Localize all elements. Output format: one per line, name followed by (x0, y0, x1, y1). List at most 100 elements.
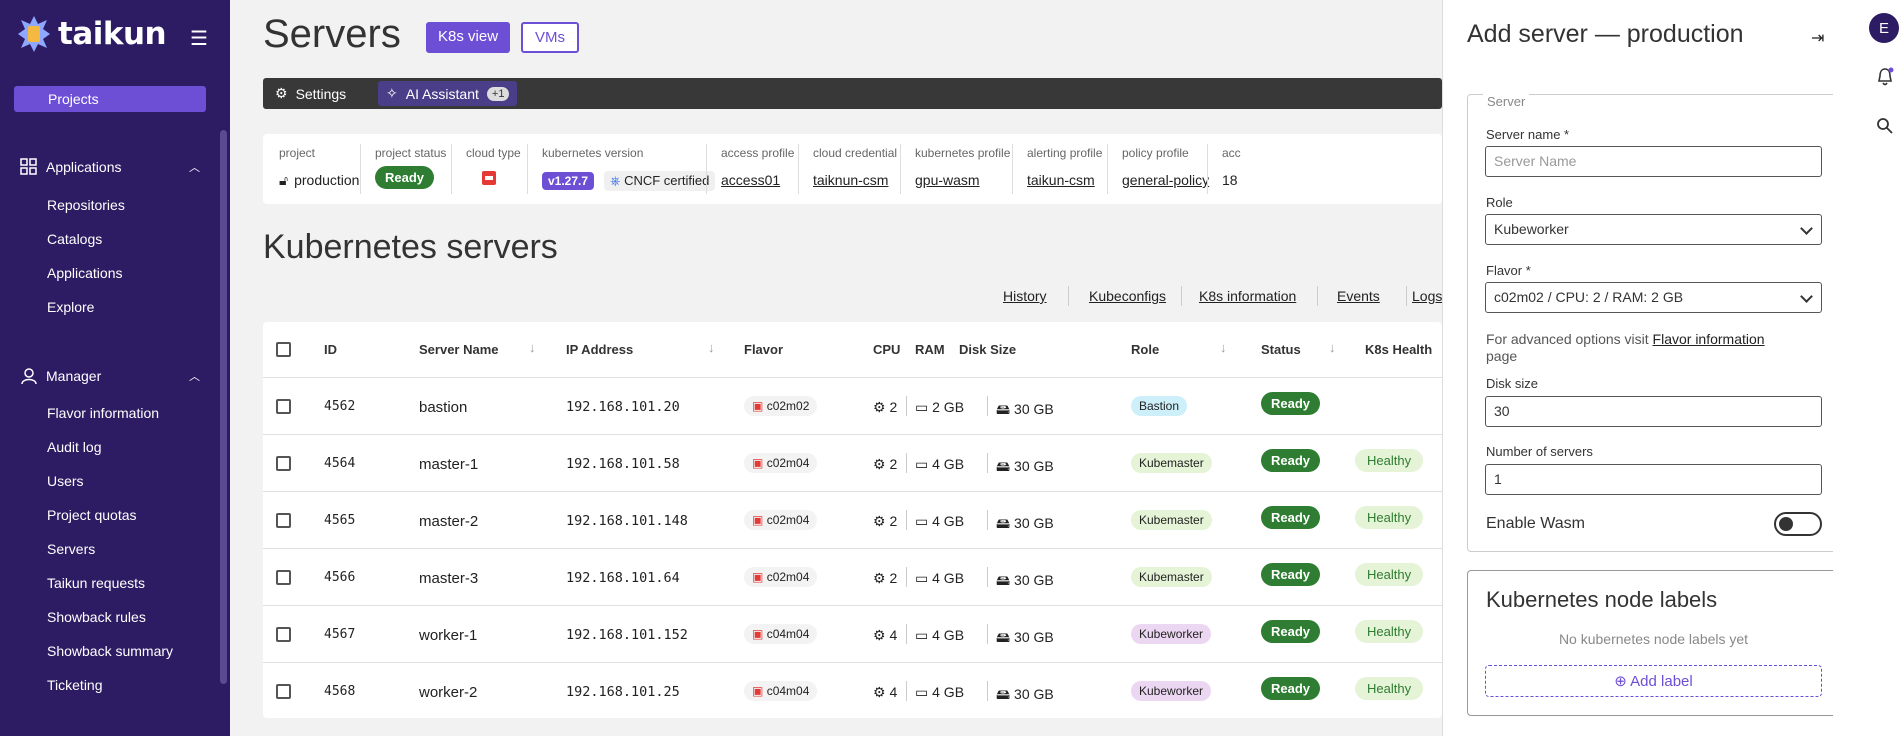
cloud-credential-link[interactable]: taiknun-csm (813, 172, 888, 188)
disk-icon: 🖴︎ (996, 572, 1011, 588)
col-role[interactable]: Role (1131, 342, 1159, 357)
status-badge: Ready (1261, 563, 1321, 586)
status-badge: Ready (1261, 677, 1321, 700)
col-server-name[interactable]: Server Name (419, 342, 499, 357)
divider (906, 396, 907, 416)
nav-flavor-information[interactable]: Flavor information (47, 405, 159, 421)
sort-arrow-icon[interactable]: ↓ (529, 340, 536, 355)
section-manager[interactable]: Manager ︿ (20, 367, 200, 385)
taikun-logo[interactable]: taikun (16, 14, 167, 54)
ram-icon: ▭ (915, 456, 929, 472)
nav-audit-log[interactable]: Audit log (47, 439, 101, 455)
col-status[interactable]: Status (1261, 342, 1301, 357)
ram-cell: ▭ 4 GB (915, 570, 964, 587)
disk-value: 30 GB (1014, 686, 1054, 702)
server-id: 4568 (324, 684, 356, 699)
divider (906, 624, 907, 644)
num-servers-label: Number of servers (1486, 444, 1593, 459)
flavor-chip: ▣ c02m04 (744, 510, 818, 530)
avatar[interactable]: E (1869, 13, 1899, 43)
ai-assistant-button[interactable]: ✧ AI Assistant +1 (378, 81, 518, 106)
nav-showback-summary[interactable]: Showback summary (47, 643, 173, 659)
nav-catalogs[interactable]: Catalogs (47, 231, 102, 247)
row-checkbox[interactable] (276, 684, 291, 699)
flavor-select[interactable]: c02m02 / CPU: 2 / RAM: 2 GB (1485, 282, 1822, 313)
collapse-panel-icon[interactable]: ⇥ (1811, 28, 1824, 48)
status-label: project status (375, 146, 447, 160)
nav-showback-rules[interactable]: Showback rules (47, 609, 146, 625)
divider (1406, 286, 1407, 306)
table-row[interactable]: 4564 master-1 192.168.101.58 ▣ c02m04 ⚙︎ 2 ▭ … (263, 434, 1442, 491)
col-id[interactable]: ID (324, 342, 337, 357)
enable-wasm-toggle[interactable] (1774, 512, 1822, 536)
bell-icon[interactable] (1876, 67, 1894, 92)
table-row[interactable]: 4562 bastion 192.168.101.20 ▣ c02m02 ⚙︎ 2 ▭ 2… (263, 377, 1442, 434)
flavor-information-link[interactable]: Flavor information (1653, 331, 1765, 347)
nav-users[interactable]: Users (47, 473, 84, 489)
logs-link[interactable]: Logs (1412, 288, 1442, 304)
menu-icon[interactable]: ☰ (190, 26, 208, 51)
table-row[interactable]: 4568 worker-2 192.168.101.25 ▣ c04m04 ⚙︎ 4 ▭ … (263, 662, 1442, 718)
role-select[interactable]: Kubeworker (1485, 214, 1822, 245)
disk-icon: 🖴︎ (996, 686, 1011, 702)
nav-applications[interactable]: Applications (47, 265, 123, 281)
nav-servers[interactable]: Servers (47, 541, 95, 557)
row-checkbox[interactable] (276, 570, 291, 585)
ram-icon: ▭ (915, 684, 929, 700)
access-profile-link[interactable]: access01 (721, 172, 780, 188)
nav-project-quotas[interactable]: Project quotas (47, 507, 137, 523)
divider (987, 396, 988, 416)
table-row[interactable]: 4565 master-2 192.168.101.148 ▣ c02m04 ⚙︎ 2 ▭… (263, 491, 1442, 548)
ram-cell: ▭ 4 GB (915, 627, 964, 644)
sort-arrow-icon[interactable]: ↓ (1220, 340, 1227, 355)
history-link[interactable]: History (1003, 288, 1047, 304)
health-badge: Healthy (1355, 563, 1424, 586)
disk-cell: 🖴︎ 30 GB (996, 456, 1054, 480)
k8s-information-link[interactable]: K8s information (1199, 288, 1296, 304)
fieldset-legend: Server (1483, 94, 1530, 109)
disk-cell: 🖴︎ 30 GB (996, 684, 1054, 708)
server-id: 4562 (324, 399, 356, 414)
vms-tab[interactable]: VMs (521, 22, 579, 53)
cpu-icon: ⚙︎ (873, 684, 886, 700)
nav-ticketing[interactable]: Ticketing (47, 677, 103, 693)
section-applications[interactable]: Applications ︿ (20, 158, 200, 176)
flavor-name: c04m04 (766, 627, 810, 641)
divider (906, 681, 907, 701)
select-all-checkbox[interactable] (276, 342, 291, 357)
add-label-button[interactable]: ⊕ Add label (1485, 665, 1822, 697)
server-name-input[interactable]: Server Name (1485, 146, 1822, 177)
disk-size-input[interactable]: 30 (1485, 396, 1822, 427)
sort-arrow-icon[interactable]: ↓ (708, 340, 715, 355)
openstack-icon: ▣ (752, 399, 764, 413)
nav-explore[interactable]: Explore (47, 299, 94, 315)
events-link[interactable]: Events (1337, 288, 1380, 304)
ram-value: 4 GB (932, 684, 965, 700)
row-checkbox[interactable] (276, 513, 291, 528)
table-row[interactable]: 4567 worker-1 192.168.101.152 ▣ c04m04 ⚙︎ 4 ▭… (263, 605, 1442, 662)
disk-cell: 🖴︎ 30 GB (996, 513, 1054, 537)
table-row[interactable]: 4566 master-3 192.168.101.64 ▣ c02m04 ⚙︎ 2 ▭ … (263, 548, 1442, 605)
kubeconfigs-link[interactable]: Kubeconfigs (1089, 288, 1166, 304)
cpu-icon: ⚙︎ (873, 570, 886, 586)
policy-profile-link[interactable]: general-policy (1122, 172, 1209, 188)
row-checkbox[interactable] (276, 456, 291, 471)
row-checkbox[interactable] (276, 399, 291, 414)
advanced-options-suffix: page (1486, 348, 1518, 364)
sort-arrow-icon[interactable]: ↓ (1329, 340, 1336, 355)
divider (1317, 286, 1318, 306)
alerting-profile-link[interactable]: taikun-csm (1027, 172, 1095, 188)
nav-projects[interactable]: Projects (14, 86, 206, 112)
logo-icon (18, 16, 50, 52)
role-badge: Kubemaster (1131, 453, 1212, 473)
num-servers-input[interactable]: 1 (1485, 464, 1822, 495)
settings-button[interactable]: ⚙ Settings (275, 85, 346, 102)
kubernetes-profile-link[interactable]: gpu-wasm (915, 172, 980, 188)
search-icon[interactable] (1876, 117, 1894, 140)
sidebar-scrollbar[interactable] (220, 130, 227, 684)
row-checkbox[interactable] (276, 627, 291, 642)
col-ip-address[interactable]: IP Address (566, 342, 633, 357)
k8s-view-tab[interactable]: K8s view (426, 22, 511, 53)
nav-repositories[interactable]: Repositories (47, 197, 125, 213)
nav-taikun-requests[interactable]: Taikun requests (47, 575, 145, 591)
